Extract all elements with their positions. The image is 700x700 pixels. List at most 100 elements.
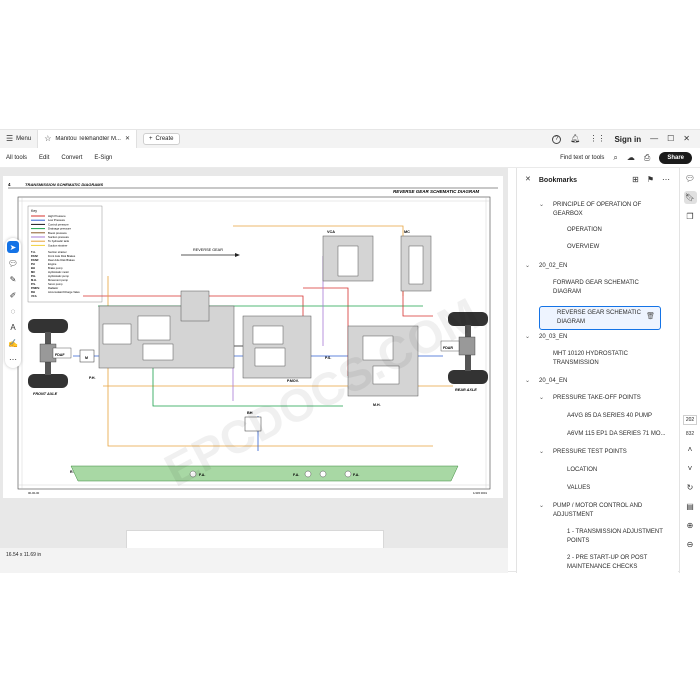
zoom-out-icon[interactable]: ⊖	[684, 538, 697, 551]
minimize-icon[interactable]: —	[650, 135, 658, 143]
bookmark-item[interactable]: ⌄ PRINCIPLE OF OPERATION OF GEARBOX	[539, 201, 663, 219]
bookmark-label: MHT 10120 HYDROSTATIC TRANSMISSION	[553, 351, 629, 366]
chevron-down-icon[interactable]: ⌄	[525, 377, 533, 386]
chevron-down-icon[interactable]: ⌄	[525, 262, 533, 271]
footer-left: 00-00-00	[28, 491, 40, 495]
menu-edit[interactable]: Edit	[33, 155, 55, 161]
bookmark-label: 2 - PRE START-UP OR POST MAINTENANCE CHE…	[567, 555, 648, 570]
rotate-icon[interactable]: ↻	[684, 481, 697, 494]
menu-button[interactable]: ☰ Menu	[0, 130, 37, 148]
comment-icon[interactable]: 💬︎	[7, 257, 19, 269]
current-page-field[interactable]: 202	[682, 415, 698, 425]
chevron-down-icon[interactable]: ⌄	[539, 448, 547, 457]
bookmark-item[interactable]: FORWARD GEAR SCHEMATIC DIAGRAM	[539, 279, 663, 297]
bookmark-label: PRINCIPLE OF OPERATION OF GEARBOX	[553, 202, 642, 217]
document-viewer[interactable]: 4 TRANSMISSION SCHEMATIC DIAGRAMS REVERS…	[0, 168, 508, 548]
chevron-up-icon[interactable]: ˄	[684, 443, 697, 456]
bookmark-item[interactable]: ⌄ PUMP / MOTOR CONTROL AND ADJUSTMENT	[539, 502, 663, 520]
chevron-down-icon[interactable]: ⌄	[525, 333, 533, 342]
more-options-icon[interactable]: ⋯	[662, 176, 670, 184]
comments-panel-icon[interactable]: 💬︎	[684, 172, 697, 185]
lasso-icon[interactable]: ◌	[7, 305, 19, 317]
bell-icon[interactable]: 🔔︎	[570, 135, 580, 143]
key-abbrev: RH	[31, 290, 35, 294]
key-abbrev: FDAR	[31, 258, 39, 262]
key-abbrev: P.S.	[31, 282, 36, 286]
close-panel-icon[interactable]: ✕	[525, 176, 531, 184]
menu-convert[interactable]: Convert	[55, 155, 88, 161]
mc-label: MC	[404, 230, 410, 234]
apps-icon[interactable]: ⋮⋮	[589, 135, 605, 143]
bookmarks-panel-icon[interactable]: 🔖︎	[683, 191, 697, 204]
signature-icon[interactable]: ✍	[7, 337, 19, 349]
bookmark-label: 20_04_EN	[539, 378, 568, 384]
highlight-icon[interactable]: ✐	[7, 289, 19, 301]
bookmark-item[interactable]: ⌄ PRESSURE TAKE-OFF POINTS	[539, 394, 663, 403]
bookmark-item[interactable]: VALUES	[553, 484, 667, 493]
bookmark-label: 20_02_EN	[539, 263, 568, 269]
bookmark-item[interactable]: REVERSE GEAR SCHEMATIC DIAGRAM 🗑︎	[539, 306, 661, 330]
bookmarks-panel: ✕ Bookmarks ⊞ ⚑ ⋯ ⌄ PRINCIPLE OF OPERATIO…	[516, 168, 678, 573]
key-title: Key	[31, 209, 37, 213]
pages-panel-icon[interactable]: ❐	[684, 210, 697, 223]
bookmark-item[interactable]: OVERVIEW	[553, 243, 667, 252]
bookmark-item[interactable]: 2 - PRE START-UP OR POST MAINTENANCE CHE…	[553, 554, 667, 572]
bookmark-item[interactable]: 1 - TRANSMISSION ADJUSTMENT POINTS	[553, 528, 667, 546]
text-box-icon[interactable]: A	[7, 321, 19, 333]
page-icon[interactable]: ▤	[684, 500, 697, 513]
key-abbrev-desc: Servo pump	[48, 282, 63, 286]
search-icon[interactable]: ⌕	[613, 153, 617, 162]
engine-label: M	[85, 356, 88, 360]
hydraulic-tank	[70, 465, 459, 482]
pdf-page: 4 TRANSMISSION SCHEMATIC DIAGRAMS REVERS…	[3, 176, 503, 498]
bookmark-item[interactable]: A4VG 85 DA SERIES 40 PUMP	[553, 412, 667, 421]
add-bookmark-icon[interactable]: ⊞	[632, 176, 639, 184]
key-abbrev: FDAF	[31, 254, 39, 258]
bookmark-icon[interactable]: ⚑	[647, 176, 654, 184]
create-button[interactable]: + Create	[142, 133, 180, 145]
bookmark-label: PRESSURE TAKE-OFF POINTS	[553, 395, 641, 401]
bookmark-item[interactable]: LOCATION	[553, 466, 667, 475]
maximize-icon[interactable]: ☐	[667, 135, 674, 143]
bookmark-item[interactable]: ⌄ PRESSURE TEST POINTS	[539, 448, 663, 457]
chevron-down-icon[interactable]: ⌄	[539, 394, 547, 403]
bookmark-item[interactable]: ⌄ 20_03_EN	[525, 333, 649, 342]
bookmark-label: 1 - TRANSMISSION ADJUSTMENT POINTS	[567, 529, 663, 544]
select-cursor-icon[interactable]: ➤	[7, 241, 19, 253]
tab-title: Manitou Telehandler M...	[55, 136, 121, 142]
close-window-icon[interactable]: ✕	[683, 135, 690, 143]
key-abbrev-desc: Front Axle Disk Brakes	[48, 254, 76, 258]
fa-label-3: F.A.	[353, 473, 359, 477]
print-icon[interactable]: ⎙	[644, 153, 650, 162]
chevron-down-icon[interactable]: ⌄	[539, 502, 547, 511]
bookmark-item[interactable]: MHT 10120 HYDROSTATIC TRANSMISSION	[539, 350, 663, 368]
find-text-input[interactable]: Find text or tools	[560, 155, 604, 161]
trash-icon[interactable]: 🗑︎	[646, 312, 655, 321]
bookmark-label: A4VG 85 DA SERIES 40 PUMP	[567, 413, 653, 419]
document-tab[interactable]: ☆ Manitou Telehandler M... ✕	[37, 130, 137, 148]
pen-icon[interactable]: ✎	[7, 273, 19, 285]
close-tab-icon[interactable]: ✕	[125, 135, 130, 143]
bookmark-item[interactable]: A6VM 115 EP1 DA SERIES 71 MO...	[553, 430, 667, 439]
menu-all-tools[interactable]: All tools	[0, 155, 33, 161]
chevron-down-icon[interactable]: ˅	[684, 462, 697, 475]
bookmark-item[interactable]: ⌄ 20_04_EN	[525, 377, 649, 386]
upload-cloud-icon[interactable]: ☁	[627, 153, 635, 162]
bookmark-item[interactable]: ⌄ 20_02_EN	[525, 262, 649, 271]
help-icon[interactable]: ?	[552, 134, 562, 144]
star-icon[interactable]: ☆	[44, 135, 51, 143]
zoom-in-icon[interactable]: ⊕	[684, 519, 697, 532]
menu-esign[interactable]: E-Sign	[88, 155, 118, 161]
share-button[interactable]: Share	[659, 151, 692, 164]
bookmark-label: FORWARD GEAR SCHEMATIC DIAGRAM	[553, 280, 639, 295]
sign-in-button[interactable]: Sign in	[614, 135, 641, 144]
bookmark-label: VALUES	[567, 485, 591, 491]
key-abbrev: PH	[31, 262, 35, 266]
key-abbrev-desc: Hydrostatic pump	[48, 274, 69, 278]
header-left-title: TRANSMISSION SCHEMATIC DIAGRAMS	[25, 182, 103, 187]
more-tools-icon[interactable]: ⋯	[7, 353, 19, 365]
main-toolbar: All tools Edit Convert E-Sign Find text …	[0, 148, 700, 168]
bookmark-item[interactable]: OPERATION	[553, 226, 667, 235]
acrobat-window: ☰ Menu ☆ Manitou Telehandler M... ✕ + Cr…	[0, 129, 700, 573]
chevron-down-icon[interactable]: ⌄	[539, 201, 547, 210]
